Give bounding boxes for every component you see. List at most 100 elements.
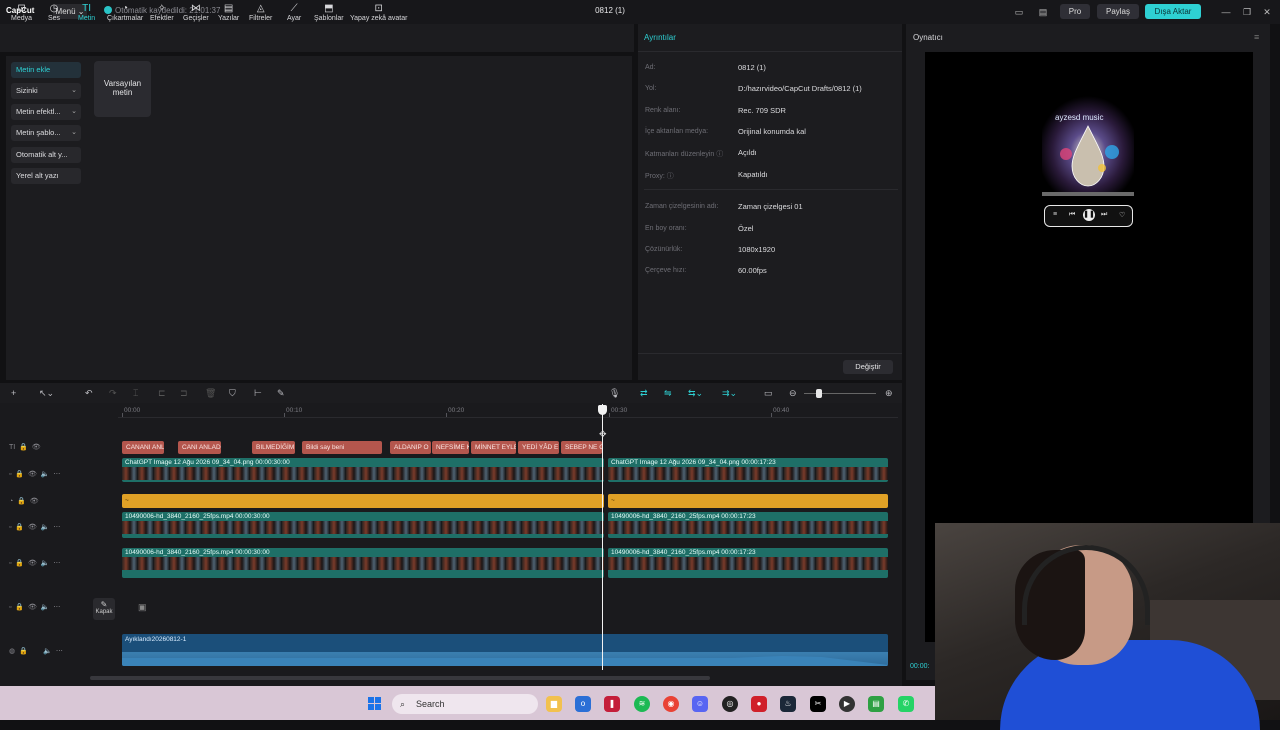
sidebar-item-text-templates[interactable]: Metin şablo... ⌄	[11, 125, 81, 141]
eye-icon[interactable]: 👁	[32, 444, 41, 451]
change-button[interactable]: Değiştir	[843, 360, 893, 374]
playhead[interactable]	[602, 404, 603, 670]
lock-icon[interactable]: 🔒	[19, 444, 28, 451]
discord-icon[interactable]: ☺	[692, 696, 708, 712]
spotify-icon[interactable]: ≋	[634, 696, 650, 712]
redo-icon[interactable]: ↷	[109, 388, 117, 398]
video-clip[interactable]: 10490006-hd_3840_2160_25fps.mp4 00:00:30…	[122, 548, 604, 578]
tool-effects[interactable]: ✧ Efektler	[150, 4, 174, 23]
volume-icon[interactable]: 🔈	[43, 648, 52, 655]
text-clip[interactable]: CANANI ANL	[122, 441, 164, 454]
select-tool-icon[interactable]: ↖⌄	[39, 388, 54, 398]
sidebar-item-text-effects[interactable]: Metin efektl... ⌄	[11, 104, 81, 120]
lock-icon[interactable]: 🔒	[15, 524, 24, 531]
text-clip[interactable]: SEBEP NE O	[561, 441, 602, 454]
shortcut-icon[interactable]: ▤	[1036, 5, 1050, 19]
zoom-slider-handle[interactable]	[816, 389, 822, 398]
video-clip[interactable]: 10490006-hd_3840_2160_25fps.mp4 00:00:17…	[608, 548, 888, 578]
eye-icon[interactable]: 👁	[28, 524, 37, 531]
auto-snap-icon[interactable]: ⇋	[664, 388, 672, 398]
delete-icon[interactable]: 🗑	[205, 388, 216, 398]
sidebar-item-local-captions[interactable]: Yerel alt yazı	[11, 168, 81, 184]
export-button[interactable]: Dışa Aktar	[1145, 4, 1201, 19]
undo-icon[interactable]: ↶	[85, 388, 93, 398]
sidebar-item-yours[interactable]: Sizinki ⌄	[11, 83, 81, 99]
text-clip[interactable]: YEDİ YÂD E	[518, 441, 559, 454]
microphone-icon[interactable]: 🎙	[609, 388, 620, 398]
text-clip[interactable]: ALDANIP O	[390, 441, 431, 454]
lock-icon[interactable]: 🔒	[15, 471, 24, 478]
eye-icon[interactable]: 👁	[30, 498, 39, 505]
video-clip[interactable]: 10490006-hd_3840_2160_25fps.mp4 00:00:30…	[122, 512, 604, 538]
lock-icon[interactable]: 🔒	[15, 604, 24, 611]
tool-ai-avatar[interactable]: ⊡ Yapay zekâ avatar	[350, 4, 407, 23]
volume-icon[interactable]: 🔈	[41, 604, 50, 611]
capcut-icon[interactable]: ✂	[810, 696, 826, 712]
text-clip[interactable]: BILMEDİĞİM	[252, 441, 295, 454]
pro-button[interactable]: Pro	[1060, 4, 1090, 19]
zoom-out-icon[interactable]: ⊖	[789, 388, 797, 398]
default-text-card[interactable]: Varsayılan metin	[94, 61, 151, 117]
video-clip[interactable]: 10490006-hd_3840_2160_25fps.mp4 00:00:17…	[608, 512, 888, 538]
zoom-slider[interactable]	[804, 393, 876, 394]
tool-templates[interactable]: ⬒ Şablonlar	[314, 4, 344, 23]
linkage-icon[interactable]: ⇆⌄	[688, 388, 703, 398]
preview-axis-icon[interactable]: ⇉⌄	[722, 388, 737, 398]
tool-text[interactable]: TI Metin	[78, 4, 95, 23]
chrome-icon[interactable]: ◉	[663, 696, 679, 712]
tool-stickers[interactable]: ◔ Çıkartmalar	[107, 4, 143, 23]
effect-clip[interactable]: ~	[122, 494, 604, 508]
caption-icon[interactable]: ▭	[764, 388, 773, 398]
layout-icon[interactable]: ▭	[1012, 5, 1026, 19]
taskbar-search[interactable]: ⌕ Search	[392, 694, 538, 714]
tool-audio[interactable]: ◷ Ses	[48, 4, 60, 23]
image-clip[interactable]: ChatGPT Image 12 Ağu 2026 09_34_04.png 0…	[122, 458, 604, 482]
audio-clip[interactable]: Ayıklandı20260812-1	[122, 634, 888, 666]
text-clip[interactable]: CANI ANLAD	[178, 441, 221, 454]
volume-icon[interactable]: 🔈	[41, 471, 50, 478]
eye-icon[interactable]: 👁	[28, 604, 37, 611]
sidebar-item-add-text[interactable]: Metin ekle	[11, 62, 81, 78]
app-record-icon[interactable]: ●	[751, 696, 767, 712]
cover-button[interactable]: ✎ Kapak	[93, 598, 115, 620]
maximize-icon[interactable]: ❐	[1240, 5, 1254, 19]
trim-left-icon[interactable]: ⊏	[158, 388, 166, 398]
outlook-icon[interactable]: o	[575, 696, 591, 712]
minimize-icon[interactable]: —	[1219, 5, 1233, 19]
lock-icon[interactable]: 🔒	[19, 648, 28, 655]
media-player-icon[interactable]: ▶	[839, 696, 855, 712]
more-icon[interactable]: ⋯	[53, 524, 60, 531]
split-icon[interactable]: ⌶	[133, 388, 138, 398]
text-clip[interactable]: Bildi say beni	[302, 441, 382, 454]
windows-start-icon[interactable]	[368, 697, 381, 710]
lock-icon[interactable]: 🔒	[17, 498, 26, 505]
notepad-icon[interactable]: ▤	[868, 696, 884, 712]
freeze-icon[interactable]: ⊢	[254, 388, 262, 398]
trim-right-icon[interactable]: ⊐	[180, 388, 188, 398]
share-button[interactable]: Paylaş	[1097, 4, 1139, 19]
timeline-scrollbar[interactable]	[90, 676, 710, 680]
whatsapp-icon[interactable]: ✆	[898, 696, 914, 712]
add-track-icon[interactable]: +	[11, 388, 16, 398]
playhead-handle[interactable]	[598, 405, 607, 415]
more-icon[interactable]: ⋯	[56, 648, 63, 655]
more-icon[interactable]: ⋯	[53, 604, 60, 611]
close-icon[interactable]: ✕	[1260, 5, 1274, 19]
file-explorer-icon[interactable]: ▆	[546, 696, 562, 712]
zoom-in-icon[interactable]: ⊕	[885, 388, 893, 398]
more-icon[interactable]: ⋯	[53, 471, 60, 478]
edit-icon[interactable]: ✎	[277, 388, 285, 398]
eye-icon[interactable]: 👁	[28, 560, 37, 567]
obs-icon[interactable]: ◎	[722, 696, 738, 712]
tool-transitions[interactable]: ⋈ Geçişler	[183, 4, 209, 23]
steam-icon[interactable]: ♨	[780, 696, 796, 712]
sidebar-item-auto-captions[interactable]: Otomatik alt y...	[11, 147, 81, 163]
text-clip[interactable]: MİNNET EYLE	[471, 441, 516, 454]
marker-icon[interactable]: ⛉	[229, 388, 236, 398]
eye-icon[interactable]: 👁	[28, 471, 37, 478]
volume-icon[interactable]: 🔈	[41, 524, 50, 531]
tool-adjust[interactable]: ⟋ Ayar	[287, 4, 301, 23]
text-clip[interactable]: NEFSİME K	[432, 441, 469, 454]
more-icon[interactable]: ⋯	[53, 560, 60, 567]
app-red-icon[interactable]: ❚	[604, 696, 620, 712]
